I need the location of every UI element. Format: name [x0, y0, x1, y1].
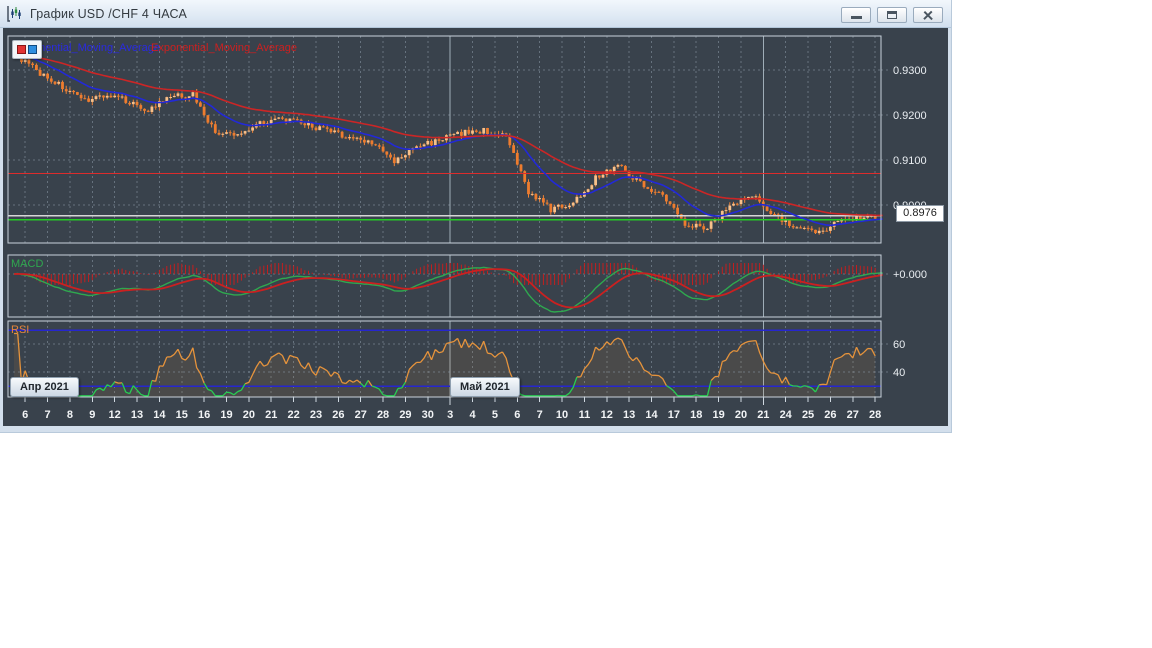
svg-text:5: 5 [492, 409, 498, 421]
svg-text:15: 15 [176, 409, 188, 421]
svg-text:26: 26 [332, 409, 344, 421]
svg-text:26: 26 [824, 409, 836, 421]
svg-text:25: 25 [802, 409, 814, 421]
rsi-label: RSI [11, 324, 30, 336]
svg-text:+0.000: +0.000 [893, 269, 927, 281]
svg-text:21: 21 [757, 409, 769, 421]
svg-text:13: 13 [623, 409, 635, 421]
candle-wicks [13, 50, 876, 235]
desktop: График USD /CHF 4 ЧАСА 0.9300 0.9200 0.910… [0, 0, 1152, 648]
svg-text:0.9300: 0.9300 [893, 65, 927, 77]
svg-text:11: 11 [579, 409, 591, 421]
svg-text:24: 24 [780, 409, 793, 421]
svg-text:27: 27 [847, 409, 859, 421]
ema-line-16 [13, 54, 883, 227]
close-icon [923, 10, 933, 20]
svg-text:18: 18 [690, 409, 702, 421]
svg-text:60: 60 [893, 339, 905, 351]
svg-text:21: 21 [265, 409, 277, 421]
macd-label: MACD [11, 258, 44, 270]
blue-swatch-button[interactable] [28, 45, 37, 54]
chart-window: График USD /CHF 4 ЧАСА 0.9300 0.9200 0.910… [0, 0, 952, 433]
svg-text:20: 20 [243, 409, 255, 421]
svg-text:0.9100: 0.9100 [893, 155, 927, 167]
month-badge-april: Апр 2021 [10, 377, 79, 397]
close-button[interactable] [913, 7, 943, 23]
svg-text:9: 9 [89, 409, 95, 421]
svg-text:20: 20 [735, 409, 747, 421]
minimize-button[interactable] [841, 7, 871, 23]
chart-canvas[interactable]: 0.93000.92000.91000.90006789121314151619… [3, 28, 948, 426]
window-controls [841, 7, 943, 23]
svg-text:22: 22 [287, 409, 299, 421]
svg-text:19: 19 [220, 409, 232, 421]
macd-signal-line [13, 268, 883, 309]
svg-text:27: 27 [355, 409, 367, 421]
maximize-icon [887, 11, 897, 19]
svg-text:29: 29 [399, 409, 411, 421]
svg-text:30: 30 [422, 409, 434, 421]
svg-text:40: 40 [893, 367, 905, 379]
legend-ema-slow-label: Exponential_Moving_Average [151, 42, 297, 54]
svg-text:14: 14 [645, 409, 658, 421]
main-panel-border [7, 35, 882, 244]
indicator-toolbox[interactable] [12, 40, 42, 59]
svg-text:8: 8 [67, 409, 73, 421]
svg-text:12: 12 [109, 409, 121, 421]
svg-text:28: 28 [377, 409, 389, 421]
svg-text:6: 6 [22, 409, 28, 421]
svg-text:10: 10 [556, 409, 568, 421]
macd-panel-border [7, 254, 882, 318]
svg-text:6: 6 [514, 409, 520, 421]
svg-text:16: 16 [198, 409, 210, 421]
chart-icon [7, 5, 21, 22]
chart-area: 0.93000.92000.91000.90006789121314151619… [3, 28, 948, 426]
maximize-button[interactable] [877, 7, 907, 23]
svg-text:4: 4 [469, 409, 476, 421]
svg-text:3: 3 [447, 409, 453, 421]
titlebar[interactable]: График USD /CHF 4 ЧАСА [0, 0, 951, 28]
red-swatch-button[interactable] [17, 45, 26, 54]
minimize-icon [850, 16, 862, 19]
ema-line-48 [13, 55, 883, 217]
window-title: График USD /CHF 4 ЧАСА [30, 6, 187, 21]
svg-text:12: 12 [601, 409, 613, 421]
svg-text:17: 17 [668, 409, 680, 421]
svg-text:19: 19 [712, 409, 724, 421]
month-badge-may: Май 2021 [450, 377, 520, 397]
svg-text:14: 14 [153, 409, 166, 421]
svg-text:28: 28 [869, 409, 881, 421]
svg-text:0.9200: 0.9200 [893, 110, 927, 122]
svg-text:7: 7 [44, 409, 50, 421]
svg-text:7: 7 [537, 409, 543, 421]
svg-text:13: 13 [131, 409, 143, 421]
current-price-box: 0.8976 [896, 205, 944, 222]
svg-text:23: 23 [310, 409, 322, 421]
